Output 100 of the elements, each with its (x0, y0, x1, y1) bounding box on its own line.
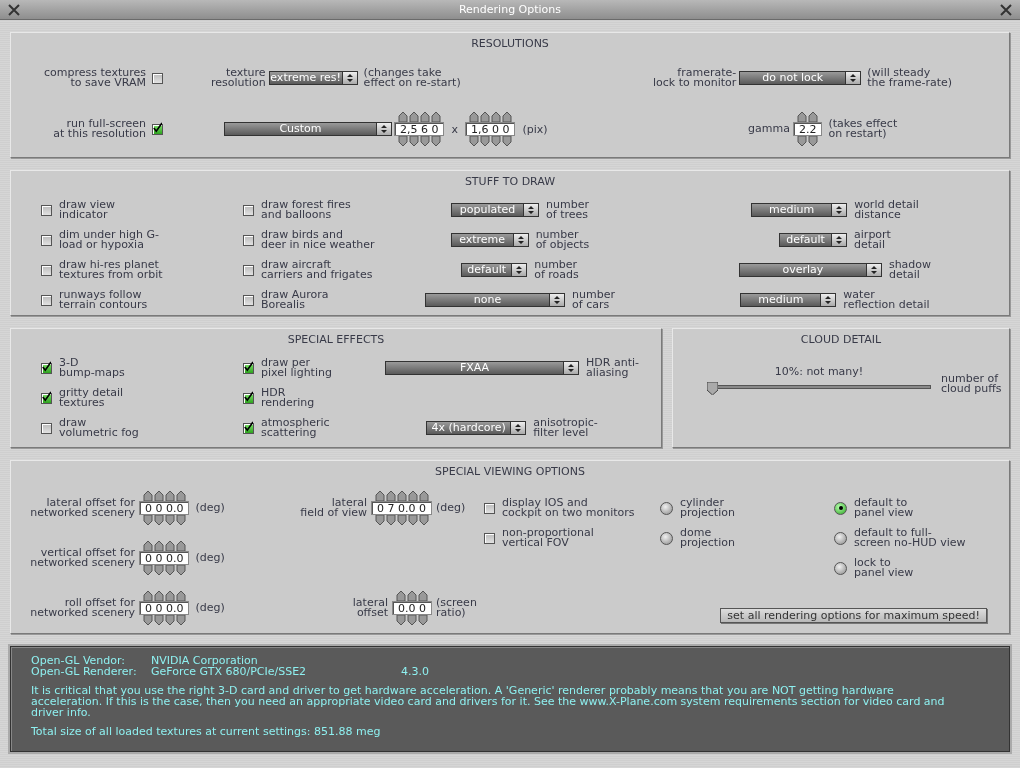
checkbox[interactable] (41, 234, 52, 246)
checkbox[interactable] (243, 392, 254, 404)
up-arrow-button[interactable] (142, 491, 153, 501)
up-arrow-button[interactable] (808, 112, 819, 122)
slider-track[interactable] (707, 382, 931, 394)
down-arrow-button[interactable] (153, 515, 164, 525)
down-arrow-button[interactable] (164, 565, 175, 575)
checkbox[interactable] (41, 392, 52, 404)
down-arrow-button[interactable] (501, 136, 512, 146)
down-arrow-button[interactable] (142, 565, 153, 575)
checkbox[interactable] (41, 422, 52, 434)
checkbox[interactable] (243, 294, 254, 306)
up-arrow-button[interactable] (397, 112, 408, 122)
down-arrow-button[interactable] (430, 136, 441, 146)
radio-button[interactable] (834, 561, 847, 575)
dropdown[interactable]: medium (751, 203, 848, 217)
up-arrow-button[interactable] (407, 491, 418, 501)
checkbox[interactable] (484, 532, 495, 544)
down-arrow-button[interactable] (164, 615, 175, 625)
up-arrow-button[interactable] (164, 491, 175, 501)
up-arrow-button[interactable] (396, 491, 407, 501)
down-arrow-button[interactable] (153, 615, 164, 625)
down-arrow-button[interactable] (808, 136, 819, 146)
up-arrow-button[interactable] (490, 112, 501, 122)
up-arrow-button[interactable] (175, 491, 186, 501)
up-arrow-button[interactable] (142, 541, 153, 551)
down-arrow-button[interactable] (164, 515, 175, 525)
radio-button[interactable] (660, 531, 673, 545)
up-arrow-button[interactable] (153, 541, 164, 551)
down-arrow-button[interactable] (142, 515, 153, 525)
dropdown[interactable]: do not lock (739, 71, 862, 85)
checkbox[interactable] (152, 123, 163, 135)
dropdown[interactable]: extreme res! (268, 71, 358, 85)
checkbox[interactable] (484, 502, 495, 514)
down-arrow-button[interactable] (797, 136, 808, 146)
dropdown[interactable]: medium (740, 293, 837, 307)
checkbox[interactable] (243, 204, 254, 216)
slider-thumb[interactable] (707, 382, 718, 395)
checkbox[interactable] (243, 234, 254, 246)
down-arrow-button[interactable] (175, 565, 186, 575)
dropdown[interactable]: Custom (224, 122, 392, 136)
down-arrow-button[interactable] (175, 515, 186, 525)
number-field[interactable]: 0 0 0.0 (139, 551, 190, 565)
number-field[interactable]: 2.2 (792, 122, 823, 136)
down-arrow-button[interactable] (479, 136, 490, 146)
down-arrow-button[interactable] (374, 515, 385, 525)
up-arrow-button[interactable] (142, 591, 153, 601)
dropdown[interactable]: none (425, 293, 566, 307)
checkbox[interactable] (41, 204, 52, 216)
up-arrow-button[interactable] (153, 491, 164, 501)
up-arrow-button[interactable] (175, 591, 186, 601)
number-field[interactable]: 2,5 6 0 (394, 122, 445, 136)
checkbox[interactable] (243, 422, 254, 434)
down-arrow-button[interactable] (153, 565, 164, 575)
down-arrow-button[interactable] (419, 136, 430, 146)
up-arrow-button[interactable] (164, 591, 175, 601)
down-arrow-button[interactable] (175, 615, 186, 625)
checkbox[interactable] (41, 362, 52, 374)
down-arrow-button[interactable] (490, 136, 501, 146)
up-arrow-button[interactable] (164, 541, 175, 551)
down-arrow-button[interactable] (142, 615, 153, 625)
number-field[interactable]: 0 7 0.0 0 (371, 501, 432, 515)
down-arrow-button[interactable] (385, 515, 396, 525)
up-arrow-button[interactable] (501, 112, 512, 122)
dropdown[interactable]: extreme (450, 233, 529, 247)
checkbox[interactable] (152, 72, 163, 84)
up-arrow-button[interactable] (408, 112, 419, 122)
checkbox[interactable] (41, 294, 52, 306)
dropdown[interactable]: overlay (738, 263, 882, 277)
up-arrow-button[interactable] (374, 491, 385, 501)
dropdown[interactable]: default (779, 233, 848, 247)
radio-button[interactable] (834, 501, 847, 515)
up-arrow-button[interactable] (797, 112, 808, 122)
down-arrow-button[interactable] (408, 136, 419, 146)
up-arrow-button[interactable] (418, 491, 429, 501)
down-arrow-button[interactable] (407, 515, 418, 525)
up-arrow-button[interactable] (419, 112, 430, 122)
close-icon[interactable] (8, 3, 20, 16)
radio-button[interactable] (660, 501, 673, 515)
up-arrow-button[interactable] (385, 491, 396, 501)
dropdown[interactable]: populated (451, 203, 540, 217)
number-field[interactable]: 0 0 0.0 (139, 501, 190, 515)
down-arrow-button[interactable] (468, 136, 479, 146)
down-arrow-button[interactable] (418, 515, 429, 525)
radio-button[interactable] (834, 531, 847, 545)
checkbox[interactable] (243, 362, 254, 374)
number-field[interactable]: 0 0 0.0 (139, 601, 190, 615)
up-arrow-button[interactable] (430, 112, 441, 122)
up-arrow-button[interactable] (468, 112, 479, 122)
checkbox[interactable] (243, 264, 254, 276)
number-field[interactable]: 0.0 0 (392, 601, 432, 615)
up-arrow-button[interactable] (175, 541, 186, 551)
checkbox[interactable] (41, 264, 52, 276)
down-arrow-button[interactable] (397, 136, 408, 146)
number-field[interactable]: 1,6 0 0 (465, 122, 516, 136)
up-arrow-button[interactable] (153, 591, 164, 601)
dropdown[interactable]: 4x (hardcore) (426, 421, 527, 435)
dropdown[interactable]: FXAA (385, 361, 580, 375)
dropdown[interactable]: default (461, 263, 528, 277)
up-arrow-button[interactable] (479, 112, 490, 122)
